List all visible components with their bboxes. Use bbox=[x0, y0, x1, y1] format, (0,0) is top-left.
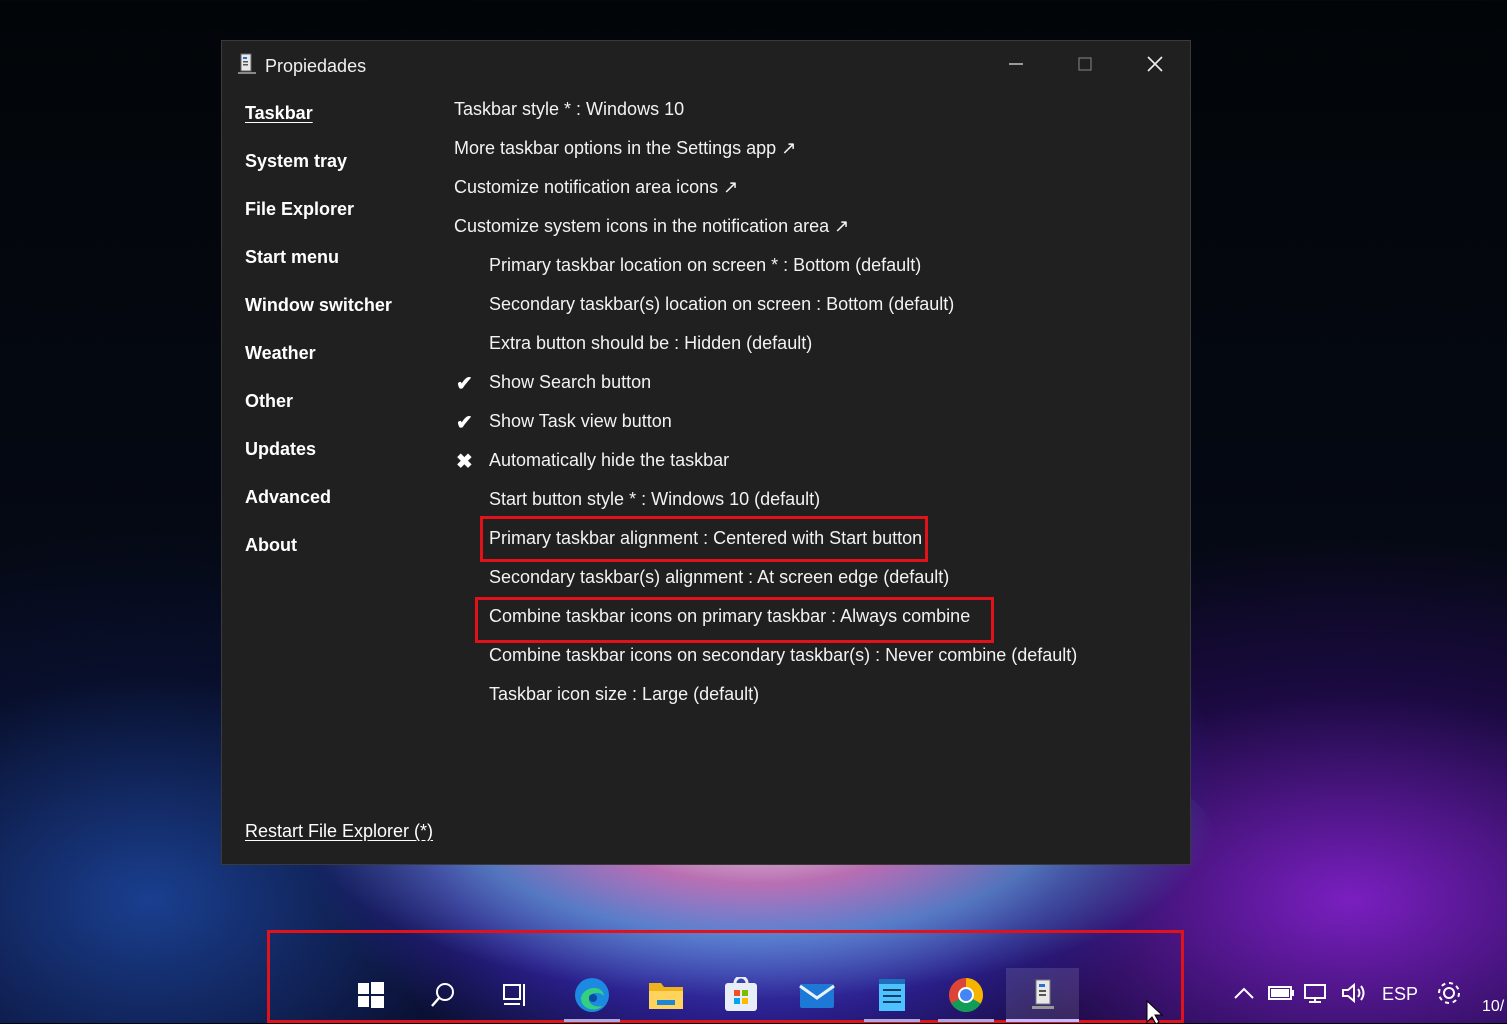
start-icon[interactable] bbox=[343, 968, 399, 1022]
settings-gear-icon[interactable] bbox=[1435, 979, 1463, 1007]
properties-app-icon bbox=[238, 53, 256, 74]
sidebar-item-updates[interactable]: Updates bbox=[245, 439, 316, 460]
clock-date[interactable]: 10/ bbox=[1482, 998, 1504, 1016]
setting-start-button-style[interactable]: Start button style * : Windows 10 (defau… bbox=[489, 489, 820, 510]
title-bar[interactable]: Propiedades bbox=[222, 41, 1190, 87]
setting-notification-icons-link[interactable]: Customize notification area icons ↗ bbox=[454, 177, 738, 198]
properties-window: Propiedades Taskbar System tray File Exp… bbox=[221, 40, 1191, 865]
highlight-box-combine-primary bbox=[475, 597, 994, 643]
sidebar-item-weather[interactable]: Weather bbox=[245, 343, 316, 364]
close-button[interactable] bbox=[1132, 49, 1178, 79]
sidebar-item-system-tray[interactable]: System tray bbox=[245, 151, 347, 172]
maximize-button[interactable] bbox=[1062, 49, 1108, 79]
setting-system-icons-link[interactable]: Customize system icons in the notificati… bbox=[454, 216, 849, 237]
setting-show-task-view[interactable]: Show Task view button bbox=[489, 411, 672, 432]
mail-icon[interactable] bbox=[789, 968, 845, 1022]
task-view-icon[interactable] bbox=[487, 968, 543, 1022]
minimize-button[interactable] bbox=[992, 49, 1038, 79]
sidebar-item-file-explorer[interactable]: File Explorer bbox=[245, 199, 354, 220]
show-hidden-icons-chevron-icon[interactable] bbox=[1233, 984, 1255, 1002]
sidebar-item-taskbar[interactable]: Taskbar bbox=[245, 103, 313, 124]
checkmark-icon: ✔ bbox=[456, 373, 473, 395]
notepad-icon[interactable] bbox=[864, 968, 920, 1022]
store-icon[interactable] bbox=[713, 968, 769, 1022]
restart-file-explorer-link[interactable]: Restart File Explorer (*) bbox=[245, 821, 433, 842]
sidebar-item-window-switcher[interactable]: Window switcher bbox=[245, 295, 392, 316]
setting-auto-hide[interactable]: Automatically hide the taskbar bbox=[489, 450, 729, 471]
volume-icon[interactable] bbox=[1340, 981, 1368, 1005]
setting-icon-size[interactable]: Taskbar icon size : Large (default) bbox=[489, 684, 759, 705]
setting-taskbar-style[interactable]: Taskbar style * : Windows 10 bbox=[454, 99, 684, 120]
window-title: Propiedades bbox=[265, 56, 367, 76]
setting-secondary-alignment[interactable]: Secondary taskbar(s) alignment : At scre… bbox=[489, 567, 949, 588]
setting-secondary-location[interactable]: Secondary taskbar(s) location on screen … bbox=[489, 294, 954, 315]
chrome-icon[interactable] bbox=[938, 968, 994, 1022]
setting-more-options-link[interactable]: More taskbar options in the Settings app… bbox=[454, 138, 796, 159]
setting-primary-location[interactable]: Primary taskbar location on screen * : B… bbox=[489, 255, 921, 276]
sidebar-item-advanced[interactable]: Advanced bbox=[245, 487, 331, 508]
battery-icon[interactable] bbox=[1267, 982, 1295, 1004]
network-icon[interactable] bbox=[1303, 982, 1331, 1004]
highlight-box-primary-alignment bbox=[480, 516, 928, 562]
edge-icon[interactable] bbox=[564, 968, 620, 1022]
cross-icon: ✖ bbox=[456, 451, 473, 473]
setting-combine-secondary[interactable]: Combine taskbar icons on secondary taskb… bbox=[489, 645, 1077, 666]
file-explorer-icon[interactable] bbox=[638, 968, 694, 1022]
checkmark-icon: ✔ bbox=[456, 412, 473, 434]
sidebar-item-about[interactable]: About bbox=[245, 535, 297, 556]
search-icon[interactable] bbox=[415, 968, 471, 1022]
setting-show-search[interactable]: Show Search button bbox=[489, 372, 651, 393]
setting-extra-button[interactable]: Extra button should be : Hidden (default… bbox=[489, 333, 812, 354]
mouse-cursor-icon bbox=[1146, 1000, 1164, 1024]
sidebar-item-other[interactable]: Other bbox=[245, 391, 293, 412]
properties-taskbar-icon[interactable] bbox=[1006, 968, 1079, 1022]
input-language-indicator[interactable]: ESP bbox=[1382, 984, 1418, 1005]
sidebar-item-start-menu[interactable]: Start menu bbox=[245, 247, 339, 268]
